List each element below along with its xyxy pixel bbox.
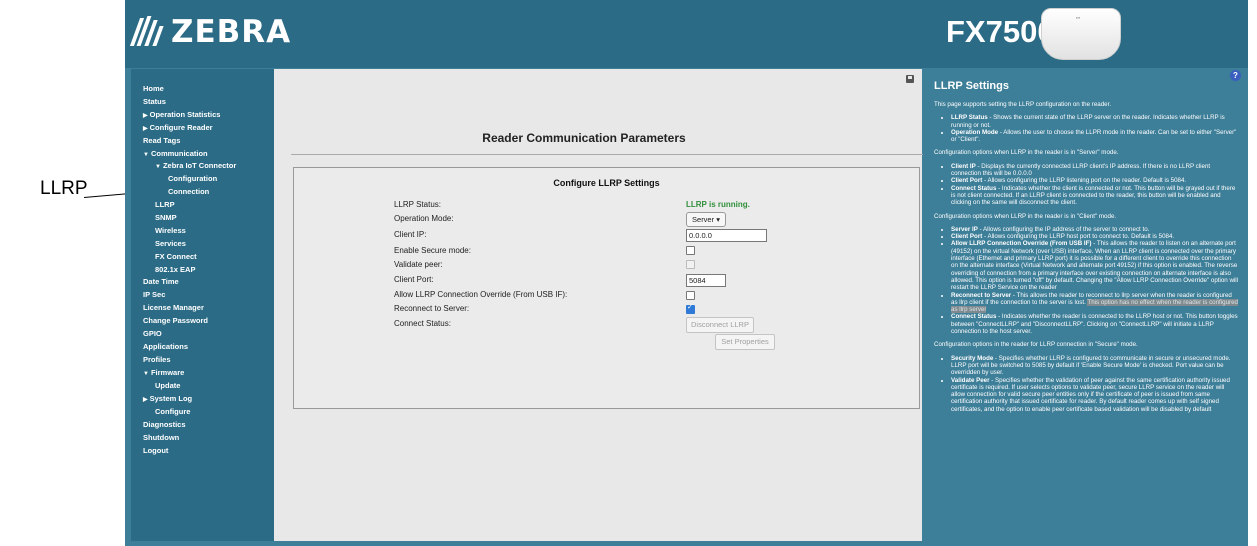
- sidebar-item-ip-sec[interactable]: IP Sec: [143, 290, 165, 299]
- reconnect-checkbox[interactable]: [686, 303, 695, 314]
- sidebar-item-zebra-iot-connector[interactable]: ▼ Zebra IoT Connector: [155, 161, 236, 170]
- reconnect-label: Reconnect to Server:: [394, 304, 470, 313]
- help-icon[interactable]: ?: [1230, 70, 1241, 81]
- zebra-logo: ZEBRA: [129, 14, 291, 50]
- sidebar-item-update[interactable]: Update: [155, 381, 180, 390]
- help-client-heading: Configuration options when LLRP in the r…: [934, 212, 1117, 220]
- sidebar-item-configure[interactable]: Configure: [155, 407, 190, 416]
- sidebar-item-home[interactable]: Home: [143, 84, 164, 93]
- sidebar-item-802-1x-eap[interactable]: 802.1x EAP: [155, 265, 195, 274]
- collapse-arrow-icon: ▼: [143, 152, 149, 158]
- help-list-client: Server IP - Allows configuring the IP ad…: [934, 226, 1239, 335]
- title-divider: [291, 154, 923, 155]
- brand-name: ZEBRA: [171, 14, 292, 50]
- sidebar-item-snmp[interactable]: SNMP: [155, 213, 177, 222]
- client-ip-input[interactable]: 0.0.0.0: [686, 229, 767, 242]
- sidebar-item-status[interactable]: Status: [143, 97, 166, 106]
- help-panel: ? LLRP Settings This page supports setti…: [929, 69, 1246, 546]
- sidebar-item-communication[interactable]: ▼ Communication: [143, 149, 208, 158]
- sidebar-item-connection[interactable]: Connection: [168, 187, 209, 196]
- help-item: Reconnect to Server - This allows the re…: [951, 292, 1239, 314]
- sidebar-nav: Home Status ▶ Operation Statistics ▶ Confi…: [131, 69, 274, 541]
- sidebar-item-profiles[interactable]: Profiles: [143, 355, 171, 364]
- validate-peer-label: Validate peer:: [394, 260, 443, 269]
- set-properties-button[interactable]: Set Properties: [715, 334, 775, 350]
- help-secure-heading: Configuration options in the reader for …: [934, 341, 1138, 349]
- app-frame: ZEBRA FX7500 ′″ Home Status ▶ Operation S…: [125, 0, 1248, 546]
- sidebar-item-read-tags[interactable]: Read Tags: [143, 136, 180, 145]
- sidebar-item-operation-statistics[interactable]: ▶ Operation Statistics: [143, 110, 220, 119]
- sidebar-item-shutdown[interactable]: Shutdown: [143, 433, 179, 442]
- help-item: Validate Peer - Specifies whether the va…: [951, 377, 1239, 413]
- disconnect-llrp-button[interactable]: Disconnect LLRP: [686, 317, 754, 333]
- expand-arrow-icon: ▶: [143, 113, 148, 119]
- sidebar-item-date-time[interactable]: Date Time: [143, 277, 179, 286]
- sidebar-item-fx-connect[interactable]: FX Connect: [155, 252, 197, 261]
- help-item: Connect Status - Indicates whether the c…: [951, 185, 1239, 207]
- allow-override-checkbox[interactable]: [686, 291, 695, 300]
- model-name: FX7500: [946, 14, 1055, 49]
- sidebar-item-logout[interactable]: Logout: [143, 446, 168, 455]
- sidebar-item-gpio[interactable]: GPIO: [143, 329, 162, 338]
- help-title: LLRP Settings: [934, 80, 1009, 92]
- help-list-secure: Security Mode - Specifies whether LLRP i…: [934, 355, 1239, 413]
- help-intro: This page supports setting the LLRP conf…: [934, 101, 1112, 108]
- help-list-general: LLRP Status - Shows the current state of…: [934, 114, 1239, 143]
- sidebar-item-system-log[interactable]: ▶ System Log: [143, 394, 192, 403]
- client-port-label: Client Port:: [394, 275, 434, 284]
- page-title: Reader Communication Parameters: [482, 131, 686, 145]
- client-ip-label: Client IP:: [394, 230, 427, 239]
- connect-status-label: Connect Status:: [394, 319, 451, 328]
- llrp-status-value: LLRP is running.: [686, 200, 750, 209]
- help-list-server: Client IP - Displays the currently conne…: [934, 163, 1239, 207]
- zebra-head-icon: [129, 14, 165, 50]
- main-content: Reader Communication Parameters Configur…: [274, 69, 923, 541]
- panel-title: Configure LLRP Settings: [553, 178, 660, 188]
- operation-mode-select[interactable]: Server ▾: [686, 212, 726, 227]
- operation-mode-label: Operation Mode:: [394, 214, 454, 223]
- help-item: Allow LLRP Connection Override (From USB…: [951, 240, 1239, 291]
- secure-mode-label: Enable Secure mode:: [394, 246, 471, 255]
- callout-label: LLRP: [40, 178, 88, 199]
- help-item: Connect Status - Indicates whether the r…: [951, 313, 1239, 335]
- sidebar-item-configure-reader[interactable]: ▶ Configure Reader: [143, 123, 213, 132]
- help-item: Security Mode - Specifies whether LLRP i…: [951, 355, 1239, 377]
- collapse-arrow-icon: ▼: [143, 371, 149, 377]
- help-item: Client Port - Allows configuring the LLR…: [951, 177, 1239, 184]
- reader-device-image: ′″: [1041, 8, 1121, 60]
- sidebar-item-llrp[interactable]: LLRP: [155, 200, 175, 209]
- collapse-arrow-icon: ▼: [155, 164, 161, 170]
- secure-mode-checkbox[interactable]: [686, 246, 695, 255]
- expand-arrow-icon: ▶: [143, 126, 148, 132]
- device-badge: ′″: [1076, 17, 1080, 24]
- header: ZEBRA FX7500 ′″: [125, 0, 1248, 68]
- sidebar-item-configuration[interactable]: Configuration: [168, 174, 217, 183]
- sidebar-item-diagnostics[interactable]: Diagnostics: [143, 420, 186, 429]
- help-body: This page supports setting the LLRP conf…: [934, 101, 1239, 419]
- client-port-input[interactable]: 5084: [686, 274, 726, 287]
- expand-arrow-icon: ▶: [143, 397, 148, 403]
- help-item: Server IP - Allows configuring the IP ad…: [951, 226, 1239, 233]
- sidebar-item-wireless[interactable]: Wireless: [155, 226, 186, 235]
- sidebar-item-services[interactable]: Services: [155, 239, 186, 248]
- llrp-status-label: LLRP Status:: [394, 200, 441, 209]
- allow-override-label: Allow LLRP Connection Override (From USB…: [394, 290, 568, 299]
- help-item: Client IP - Displays the currently conne…: [951, 163, 1239, 178]
- help-item: Client Port - Allows configuring the LLR…: [951, 233, 1239, 240]
- sidebar-item-change-password[interactable]: Change Password: [143, 316, 208, 325]
- sidebar-item-license-manager[interactable]: License Manager: [143, 303, 204, 312]
- save-icon[interactable]: [906, 75, 914, 83]
- help-item: Operation Mode - Allows the user to choo…: [951, 129, 1239, 144]
- help-item: LLRP Status - Shows the current state of…: [951, 114, 1239, 129]
- sidebar-item-applications[interactable]: Applications: [143, 342, 188, 351]
- validate-peer-checkbox[interactable]: [686, 260, 695, 269]
- llrp-settings-panel: Configure LLRP Settings LLRP Status: LLR…: [293, 167, 920, 409]
- callout-pointer-line: [83, 193, 126, 198]
- help-server-heading: Configuration options when LLRP in the r…: [934, 149, 1119, 157]
- sidebar-item-firmware[interactable]: ▼ Firmware: [143, 368, 184, 377]
